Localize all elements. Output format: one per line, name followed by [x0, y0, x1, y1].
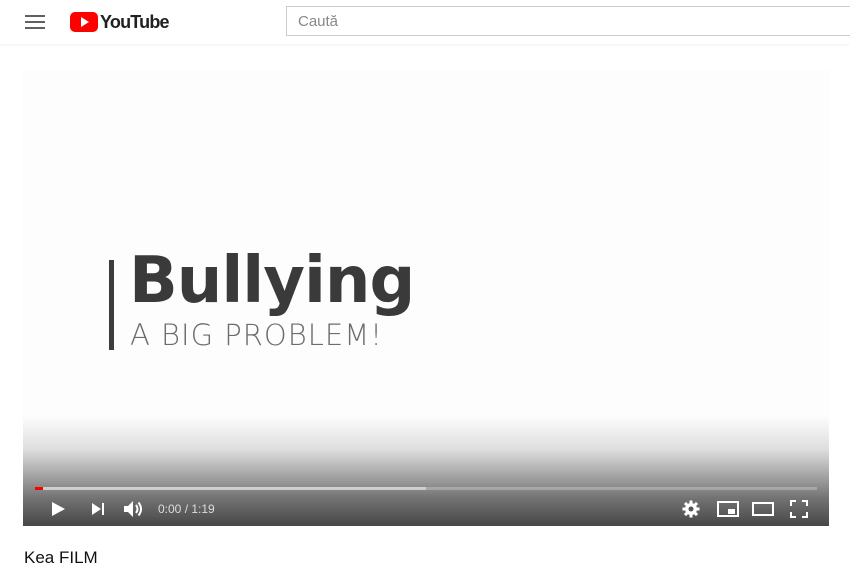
theater-mode-icon[interactable]: [750, 496, 776, 522]
masthead: YouTube: [0, 0, 850, 44]
progress-played: [35, 487, 43, 490]
menu-icon[interactable]: [22, 12, 48, 32]
youtube-logo[interactable]: YouTube: [70, 10, 170, 34]
search-box[interactable]: [286, 6, 850, 36]
channel-name[interactable]: Kea FILM: [24, 548, 98, 568]
fullscreen-icon[interactable]: [787, 496, 811, 522]
logo-text: YouTube: [100, 11, 170, 32]
next-icon[interactable]: [86, 496, 110, 522]
search-input[interactable]: [287, 7, 850, 35]
play-logo-icon: [70, 12, 98, 32]
video-subtitle-text: A BIG PROBLEM!: [130, 318, 383, 352]
title-accent-bar: [109, 260, 114, 350]
miniplayer-icon[interactable]: [715, 496, 741, 522]
settings-gear-icon[interactable]: [679, 496, 703, 522]
volume-icon[interactable]: [121, 496, 147, 522]
progress-loaded: [35, 487, 426, 490]
time-display: 0:00 / 1:19: [158, 502, 215, 516]
video-player[interactable]: Bullying A BIG PROBLEM! 0:00 / 1:19: [23, 70, 829, 526]
progress-bar[interactable]: [35, 487, 817, 490]
video-title-text: Bullying: [129, 244, 415, 318]
player-controls: 0:00 / 1:19: [23, 496, 829, 522]
play-icon[interactable]: [45, 496, 71, 522]
